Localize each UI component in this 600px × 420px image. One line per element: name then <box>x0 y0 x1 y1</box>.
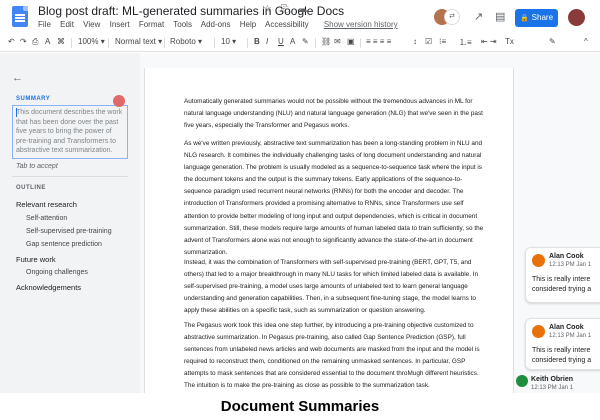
comment-author[interactable]: Keith Obrien <box>531 376 573 383</box>
insert-image-icon[interactable]: ▣ <box>347 37 355 46</box>
header: Blog post draft: ML-generated summaries … <box>0 0 600 34</box>
font-size-select[interactable]: 10 ▾ <box>221 37 236 46</box>
account-avatar[interactable] <box>568 9 585 26</box>
style-select[interactable]: Normal text ▾ <box>115 37 162 46</box>
menu-addons[interactable]: Add-ons <box>201 20 231 29</box>
comment-card[interactable]: Alan Cook 12:13 PM Jan 1 This is really … <box>525 247 600 303</box>
collapse-toolbar-icon[interactable]: ^ <box>584 37 588 46</box>
menu-tools[interactable]: Tools <box>173 20 192 29</box>
menu-accessibility[interactable]: Accessibility <box>265 20 309 29</box>
activity-trend-icon[interactable]: ↗ <box>474 10 483 23</box>
caption: Document Summaries <box>0 393 600 420</box>
comment-date: 12:13 PM Jan 1 <box>549 333 592 339</box>
numbered-list-icon[interactable]: ⒈≡ <box>459 37 472 48</box>
toolbar: ↶ ↷ ⎙ A ⌘ 100% ▾ Normal text ▾ Roboto ▾ … <box>0 34 600 52</box>
outline-item-relevant-research[interactable]: Relevant research <box>16 200 77 209</box>
paragraph-1[interactable]: Automatically generated summaries would … <box>184 96 488 132</box>
menu-insert[interactable]: Insert <box>110 20 130 29</box>
undo-icon[interactable]: ↶ <box>8 37 15 46</box>
outline-item-acknowledgements[interactable]: Acknowledgements <box>16 283 81 292</box>
comments-icon[interactable]: ▤ <box>495 10 505 23</box>
paragraph-2[interactable]: As we've written previously, abstractive… <box>184 138 488 259</box>
comment-author: Alan Cook <box>549 253 584 260</box>
avatar <box>532 325 545 338</box>
link-icon[interactable]: ⛓ <box>321 37 331 46</box>
indent-icons[interactable]: ⇤ ⇥ <box>481 37 497 46</box>
tab-to-accept-hint: Tab to accept <box>16 163 58 170</box>
italic-button[interactable]: I <box>266 37 268 46</box>
share-button[interactable]: 🔒 Share <box>515 9 558 27</box>
outline-item-future-work[interactable]: Future work <box>16 255 56 264</box>
bold-button[interactable]: B <box>254 37 260 46</box>
menu-edit[interactable]: Edit <box>60 20 74 29</box>
highlight-icon[interactable]: ✎ <box>302 37 309 46</box>
version-history-link[interactable]: Show version history <box>324 20 398 29</box>
comment-card[interactable]: Alan Cook 12:13 PM Jan 1 This is really … <box>525 318 600 370</box>
underline-button[interactable]: U <box>278 37 284 46</box>
outline-item-ongoing-challenges[interactable]: Ongoing challenges <box>26 269 88 276</box>
outline-label: OUTLINE <box>16 185 46 191</box>
divider <box>12 176 128 177</box>
align-icons[interactable]: ≡ ≡ ≡ ≡ <box>366 37 391 46</box>
print-icon[interactable]: ⎙ <box>32 37 38 47</box>
text-color-icon[interactable]: A <box>290 37 295 46</box>
editing-mode-icon[interactable]: ✎ <box>549 37 556 46</box>
menu-format[interactable]: Format <box>139 20 164 29</box>
summary-suggestion-box[interactable]: This document describes the work that ha… <box>12 105 128 159</box>
paragraph-4[interactable]: The Pegasus work took this idea one step… <box>184 320 488 393</box>
zoom-value: 100% <box>78 37 99 46</box>
avatar <box>516 375 528 387</box>
chat-icon: ⇄ <box>444 9 460 25</box>
clear-formatting-icon[interactable]: Tx <box>505 37 514 46</box>
add-comment-icon[interactable]: ✉ <box>334 37 341 46</box>
docs-logo-icon[interactable] <box>12 6 28 27</box>
bulleted-list-icon[interactable]: ⁝≡ <box>439 37 446 46</box>
font-size-value: 10 <box>221 37 230 46</box>
outline-item-self-attention[interactable]: Self-attention <box>26 215 67 222</box>
title-icons[interactable]: ☆ ⎘ ☁ <box>263 4 311 15</box>
back-arrow-icon[interactable]: ← <box>12 72 23 84</box>
style-value: Normal text <box>115 37 156 46</box>
paragraph-3[interactable]: Instead, it was the combination of Trans… <box>184 257 488 317</box>
line-spacing-icon[interactable]: ↕ <box>413 37 417 46</box>
redo-icon[interactable]: ↷ <box>20 37 27 46</box>
comment-author: Alan Cook <box>549 324 584 331</box>
chevron-down-icon: ▾ <box>100 37 105 46</box>
paint-format-icon[interactable]: ⌘ <box>57 37 65 46</box>
outline-item-self-supervised-pretraining[interactable]: Self-supervised pre-training <box>26 228 112 235</box>
font-select[interactable]: Roboto ▾ <box>170 37 202 46</box>
menu-file[interactable]: File <box>38 20 51 29</box>
spellcheck-icon[interactable]: A <box>45 37 50 46</box>
summary-label: SUMMARY <box>16 96 51 102</box>
zoom-select[interactable]: 100% ▾ <box>78 37 105 46</box>
avatar <box>532 254 545 267</box>
comment-date: 12:13 PM Jan 1 <box>549 262 592 268</box>
comment-text: This is really intere considered trying … <box>532 347 592 364</box>
menu-view[interactable]: View <box>83 20 100 29</box>
menu-bar: File Edit View Insert Format Tools Add-o… <box>38 20 405 29</box>
comment-text: This is really intere considered trying … <box>532 276 592 293</box>
share-label: Share <box>531 13 554 22</box>
menu-help[interactable]: Help <box>240 20 256 29</box>
comment-date: 12:13 PM Jan 1 <box>531 385 574 391</box>
mouse-cursor-indicator <box>113 95 125 107</box>
checklist-icon[interactable]: ☑ <box>425 37 432 46</box>
font-value: Roboto <box>170 37 196 46</box>
lock-icon: 🔒 <box>519 15 529 22</box>
outline-item-gap-sentence-prediction[interactable]: Gap sentence prediction <box>26 241 102 248</box>
collaborator-avatars[interactable]: ⇄ <box>434 9 460 25</box>
docs-window: Blog post draft: ML-generated summaries … <box>0 0 600 420</box>
